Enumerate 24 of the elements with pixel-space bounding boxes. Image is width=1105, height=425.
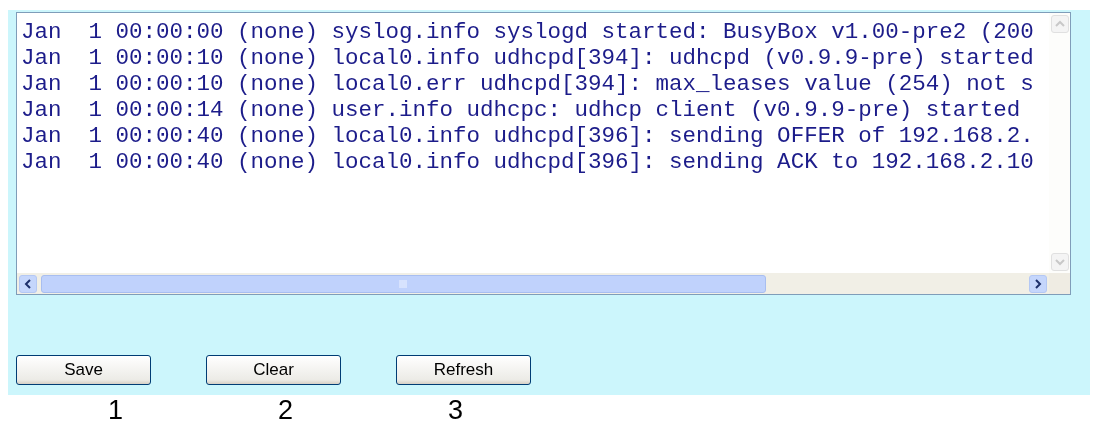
horizontal-scrollbar[interactable] (17, 273, 1049, 294)
action-button[interactable]: Refresh (396, 355, 531, 385)
log-line: Jan 1 00:00:14 (none) user.info udhcpc: udhcp client (v0.9.9-pre) started (21, 97, 1022, 123)
scroll-left-button[interactable] (19, 274, 37, 293)
log-line: Jan 1 00:00:10 (none) local0.err udhcpd[394]: max_leases value (254) not s (21, 71, 1035, 97)
log-line: Jan 1 00:00:10 (none) local0.info udhcpd[394]: udhcpd (v0.9.9-pre) started (21, 45, 1035, 71)
log-line: Jan 1 00:00:00 (none) syslog.info syslogd started: BusyBox v1.00-pre2 (200 (21, 19, 1035, 45)
scrollbar-corner (1049, 273, 1070, 294)
number-label: 3 (448, 395, 465, 425)
chevron-down-icon (1054, 257, 1065, 267)
log-line: Jan 1 00:00:40 (none) local0.info udhcpd[396]: sending OFFER of 192.168.2. (21, 123, 1035, 149)
chevron-up-icon (1054, 19, 1065, 29)
number-label: 1 (108, 395, 125, 425)
action-button[interactable]: Clear (206, 355, 341, 385)
log-text-area[interactable] (16, 12, 1071, 295)
vertical-scrollbar[interactable] (1049, 13, 1070, 273)
number-label: 2 (278, 395, 295, 425)
scroll-up-button[interactable] (1050, 15, 1069, 33)
action-button[interactable]: Save (16, 355, 151, 385)
scrollbar-thumb[interactable] (41, 274, 766, 293)
log-line: Jan 1 00:00:40 (none) local0.info udhcpd[396]: sending ACK to 192.168.2.10 (21, 149, 1035, 175)
chevron-right-icon (1033, 278, 1043, 289)
scroll-right-button[interactable] (1029, 274, 1047, 293)
chevron-left-icon (23, 278, 33, 289)
